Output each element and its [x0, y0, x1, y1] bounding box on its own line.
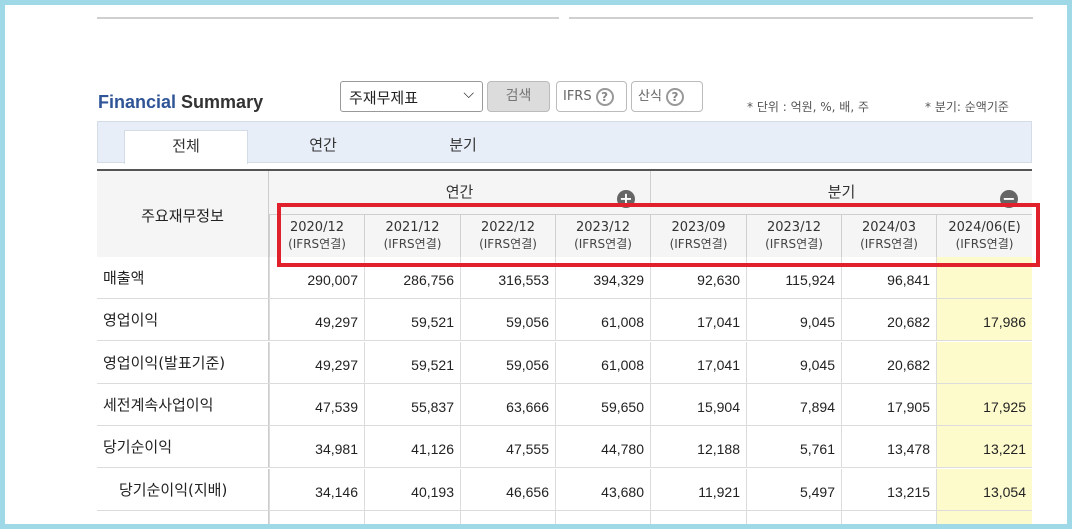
statement-type-select[interactable]: 주재무제표 ⌵ — [340, 81, 483, 112]
value-cell: 20,682 — [841, 342, 936, 383]
value-cell: 20,682 — [841, 299, 936, 340]
value-cell: 13,478 — [841, 426, 936, 467]
value-cell: 47,539 — [269, 384, 364, 425]
value-cell: 9,045 — [746, 342, 841, 383]
section-title-summary: Summary — [181, 92, 264, 112]
row-label: 당기순이익(비지배) — [97, 511, 269, 529]
value-cell: 835 — [269, 511, 364, 529]
value-cell: 9,045 — [746, 299, 841, 340]
value-cell: 268 — [650, 511, 746, 529]
value-cell: 17,905 — [841, 384, 936, 425]
divider-right — [569, 17, 1033, 19]
help-icon: ? — [665, 87, 684, 106]
value-cell: 13,215 — [841, 469, 936, 510]
statement-type-value: 주재무제표 — [349, 89, 419, 107]
tab-quarter[interactable]: 분기 — [403, 130, 523, 164]
tab-annual[interactable]: 연간 — [263, 130, 383, 164]
value-cell: 263 — [746, 511, 841, 529]
section-title: Financial Summary — [98, 92, 263, 113]
value-cell: 13,221 — [936, 426, 1032, 467]
value-cell: 5,761 — [746, 426, 841, 467]
value-cell: 5,497 — [746, 469, 841, 510]
value-cell: 17,041 — [650, 299, 746, 340]
value-cell: 40,193 — [364, 469, 460, 510]
period-tabs: 전체 연간 분기 — [97, 121, 1032, 164]
value-cell: 41,126 — [364, 426, 460, 467]
value-cell: 55,837 — [364, 384, 460, 425]
table-row: 당기순이익(비지배)8359348991,100268263263167 — [97, 511, 1032, 529]
value-cell: 34,981 — [269, 426, 364, 467]
highlight-box — [277, 203, 1040, 267]
value-cell: 59,521 — [364, 342, 460, 383]
table-row: 영업이익(발표기준) 49,297 59,521 59,056 61,008 17,041… — [97, 342, 1032, 384]
value-cell: 11,921 — [650, 469, 746, 510]
value-cell: 59,521 — [364, 299, 460, 340]
row-label[interactable]: 매출액 — [97, 257, 269, 298]
ifrs-button[interactable]: IFRS ? — [556, 81, 627, 112]
value-cell: 49,297 — [269, 342, 364, 383]
row-label[interactable]: 세전계속사업이익 — [97, 384, 269, 425]
group-annual-label: 연간 — [445, 183, 474, 201]
row-header-label: 주요재무정보 — [97, 171, 269, 257]
ifrs-label: IFRS — [563, 89, 592, 104]
value-cell: 61,008 — [555, 299, 650, 340]
value-cell: 59,056 — [460, 299, 555, 340]
value-cell: 263 — [841, 511, 936, 529]
table-row: 당기순이익(지배) 34,146 40,193 46,656 43,680 11,921 5… — [97, 469, 1032, 511]
value-cell — [936, 342, 1032, 383]
financial-summary-table: 주요재무정보 연간 분기 + − 2020/12 (IFRS연결) 2021/12… — [97, 169, 1032, 529]
table-row: 영업이익 49,297 59,521 59,056 61,008 17,041 9,045 2… — [97, 299, 1032, 341]
value-cell: 1,100 — [555, 511, 650, 529]
row-label: 당기순이익(지배) — [97, 469, 269, 510]
row-label[interactable]: 당기순이익 — [97, 426, 269, 467]
value-cell: 13,054 — [936, 469, 1032, 510]
value-cell: 59,650 — [555, 384, 650, 425]
value-cell: 43,680 — [555, 469, 650, 510]
value-cell: 61,008 — [555, 342, 650, 383]
table-row: 당기순이익 34,981 41,126 47,555 44,780 12,188 5,761… — [97, 426, 1032, 468]
value-cell: 63,666 — [460, 384, 555, 425]
formula-button[interactable]: 산식 ? — [631, 81, 703, 112]
row-label[interactable]: 영업이익 — [97, 299, 269, 340]
value-cell: 46,656 — [460, 469, 555, 510]
value-cell: 17,986 — [936, 299, 1032, 340]
tab-all[interactable]: 전체 — [124, 130, 248, 164]
value-cell: 7,894 — [746, 384, 841, 425]
value-cell: 44,780 — [555, 426, 650, 467]
value-cell: 15,904 — [650, 384, 746, 425]
value-cell: 17,925 — [936, 384, 1032, 425]
value-cell: 934 — [364, 511, 460, 529]
value-cell: 47,555 — [460, 426, 555, 467]
section-title-financial: Financial — [98, 92, 177, 112]
search-button[interactable]: 검색 — [487, 81, 550, 112]
value-cell: 59,056 — [460, 342, 555, 383]
value-cell: 49,297 — [269, 299, 364, 340]
group-quarter-label: 분기 — [650, 171, 1032, 205]
formula-label: 산식 — [638, 89, 662, 104]
value-cell: 17,041 — [650, 342, 746, 383]
table-row: 세전계속사업이익 47,539 55,837 63,666 59,650 15,904 7,… — [97, 384, 1032, 426]
value-cell: 899 — [460, 511, 555, 529]
value-cell: 167 — [936, 511, 1032, 529]
chevron-down-icon: ⌵ — [463, 86, 474, 102]
help-icon: ? — [595, 87, 614, 106]
unit-note: * 단위 : 억원, %, 배, 주 — [747, 100, 870, 114]
basis-note: * 분기: 순액기준 — [925, 100, 1009, 114]
row-label[interactable]: 영업이익(발표기준) — [97, 342, 269, 383]
value-cell: 34,146 — [269, 469, 364, 510]
divider-left — [97, 17, 559, 19]
value-cell: 12,188 — [650, 426, 746, 467]
